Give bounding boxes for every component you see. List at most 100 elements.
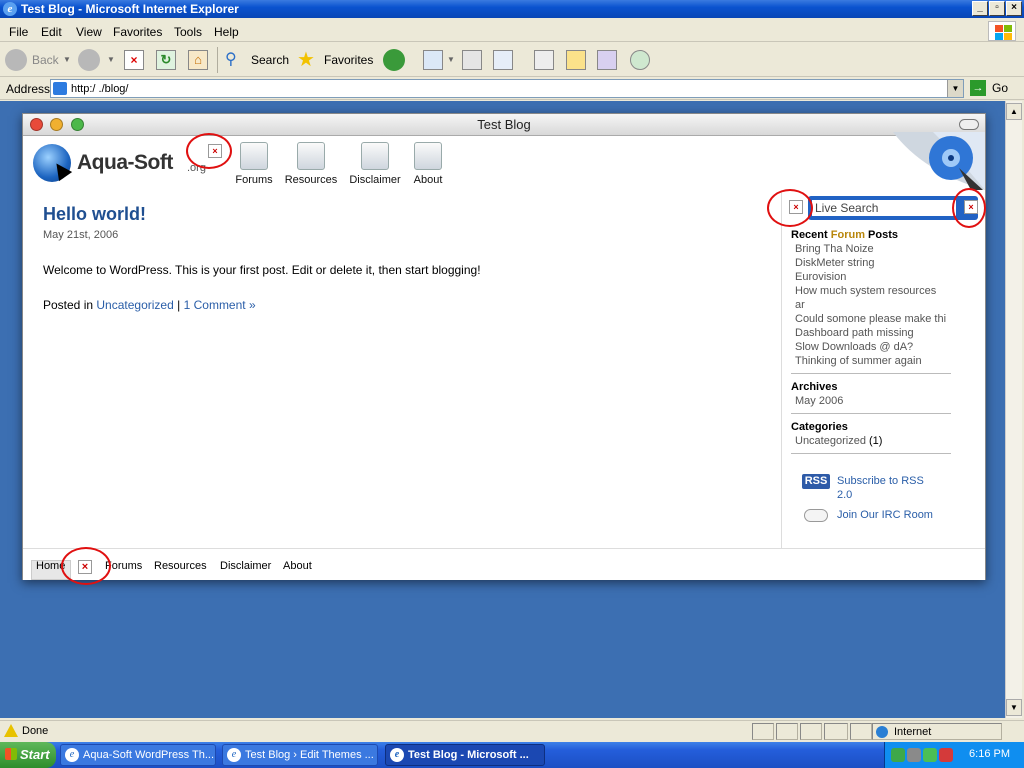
taskbar-item-active[interactable]: e Test Blog - Microsoft ... <box>385 744 545 766</box>
tray-app-icon[interactable] <box>923 748 937 762</box>
menu-file[interactable]: File <box>9 25 28 39</box>
post-title[interactable]: Hello world! <box>43 204 146 225</box>
menu-edit[interactable]: Edit <box>41 25 62 39</box>
start-button[interactable]: Start <box>0 742 56 768</box>
recent-post-item[interactable]: ar <box>795 299 805 311</box>
nav-forums[interactable]: Forums <box>235 142 273 188</box>
home-icon[interactable]: ⌂ <box>188 50 208 70</box>
mail-icon[interactable] <box>423 50 443 70</box>
status-segment <box>752 723 774 740</box>
globe-icon <box>876 726 888 738</box>
favorites-star-icon[interactable]: ★ <box>297 48 315 72</box>
recent-post-item[interactable]: Dashboard path missing <box>795 327 914 339</box>
refresh-icon[interactable]: ↻ <box>156 50 176 70</box>
category-item-link[interactable]: Uncategorized <box>795 435 866 447</box>
footer-about-link[interactable]: About <box>283 560 312 572</box>
posts-word: Posts <box>868 229 899 241</box>
notes-icon[interactable] <box>566 50 586 70</box>
minimize-light-icon[interactable] <box>50 118 63 131</box>
scroll-up-icon[interactable]: ▲ <box>1006 103 1022 120</box>
archive-item[interactable]: May 2006 <box>795 395 843 407</box>
irc-link[interactable]: Join Our IRC Room <box>837 509 933 521</box>
page-curl-icon <box>893 132 985 190</box>
recent-post-item[interactable]: How much system resources <box>795 285 936 297</box>
toolbar-pill-icon[interactable] <box>959 119 979 130</box>
address-input[interactable]: http:/ ./blog/ ▼ <box>50 79 964 98</box>
recent-post-item[interactable]: Could somone please make thi <box>795 313 946 325</box>
recent-post-item[interactable]: Slow Downloads @ dA? <box>795 341 913 353</box>
about-icon <box>414 142 442 170</box>
volume-icon[interactable] <box>907 748 921 762</box>
system-tray: 6:16 PM <box>884 742 1024 768</box>
back-button[interactable]: Back <box>32 48 59 72</box>
menu-view[interactable]: View <box>76 25 102 39</box>
ie-icon: e <box>390 748 404 762</box>
recent-word: Recent <box>791 229 828 241</box>
rss-link[interactable]: Subscribe to RSS <box>837 475 924 487</box>
menu-help[interactable]: Help <box>214 25 239 39</box>
history-icon[interactable] <box>383 49 405 71</box>
forums-icon <box>240 142 268 170</box>
close-light-icon[interactable] <box>30 118 43 131</box>
sidebar-divider <box>791 453 951 454</box>
minimize-button[interactable]: _ <box>972 1 988 16</box>
nav-about[interactable]: About <box>411 142 445 188</box>
print-icon[interactable] <box>462 50 482 70</box>
disclaimer-icon <box>361 142 389 170</box>
address-url[interactable]: http:/ ./blog/ <box>71 83 128 95</box>
security-shield-icon[interactable] <box>939 748 953 762</box>
comments-link[interactable]: 1 Comment » <box>184 298 256 312</box>
nav-disclaimer[interactable]: Disclaimer <box>349 142 401 188</box>
stop-icon[interactable]: × <box>124 50 144 70</box>
status-segment <box>850 723 872 740</box>
edit-page-icon[interactable] <box>493 50 513 70</box>
zoom-light-icon[interactable] <box>71 118 84 131</box>
mail-dropdown-icon[interactable]: ▼ <box>447 48 455 72</box>
search-button[interactable]: Search <box>251 48 289 72</box>
scroll-down-icon[interactable]: ▼ <box>1006 699 1022 716</box>
discuss-icon[interactable] <box>534 50 554 70</box>
nav-disclaimer-label: Disclaimer <box>349 174 401 186</box>
status-text: Done <box>22 725 49 737</box>
favorites-button[interactable]: Favorites <box>324 48 373 72</box>
recent-post-item[interactable]: Bring Tha Noize <box>795 243 874 255</box>
taskbar: Start e Aqua-Soft WordPress Th... e Test… <box>0 742 1024 768</box>
search-input[interactable]: Live Search <box>812 200 956 216</box>
sidebar-divider <box>791 413 951 414</box>
start-label: Start <box>20 747 50 762</box>
nav-resources[interactable]: Resources <box>283 142 339 188</box>
taskbar-item[interactable]: e Test Blog › Edit Themes ... <box>222 744 378 766</box>
forward-dropdown-icon[interactable]: ▼ <box>107 48 115 72</box>
recent-post-item[interactable]: DiskMeter string <box>795 257 874 269</box>
taskbar-item-label: Test Blog - Microsoft ... <box>408 749 529 761</box>
network-icon[interactable] <box>891 748 905 762</box>
vertical-scrollbar[interactable]: ▲ ▼ <box>1005 101 1022 718</box>
back-dropdown-icon[interactable]: ▼ <box>63 48 71 72</box>
annotation-circle <box>952 188 986 228</box>
messenger-icon[interactable] <box>630 50 650 70</box>
footer-disclaimer-link[interactable]: Disclaimer <box>220 560 271 572</box>
rss-icon[interactable]: RSS <box>802 474 830 489</box>
close-button[interactable]: × <box>1006 1 1022 16</box>
site-logo[interactable]: Aqua-Soft .org <box>33 142 206 186</box>
taskbar-item[interactable]: e Aqua-Soft WordPress Th... <box>60 744 216 766</box>
rss-link-version[interactable]: 2.0 <box>837 489 852 501</box>
restore-button[interactable]: ▫ <box>989 1 1005 16</box>
menu-tools[interactable]: Tools <box>174 25 202 39</box>
menu-favorites[interactable]: Favorites <box>113 25 162 39</box>
popup-blocked-icon[interactable] <box>824 723 848 740</box>
footer-resources-link[interactable]: Resources <box>154 560 207 572</box>
back-arrow-icon[interactable] <box>5 49 27 71</box>
zone-segment: Internet <box>872 723 1002 740</box>
recent-post-item[interactable]: Eurovision <box>795 271 846 283</box>
address-dropdown-icon[interactable]: ▼ <box>947 80 963 97</box>
toolbar: Back ▼ ▼ × ↻ ⌂ ⚲ Search ★ Favorites ▼ <box>0 43 1024 77</box>
go-button[interactable]: → Go <box>968 79 1016 98</box>
category-link[interactable]: Uncategorized <box>96 298 173 312</box>
forward-icon[interactable] <box>78 49 100 71</box>
annotation-circle <box>767 189 813 227</box>
title-bar: e Test Blog - Microsoft Internet Explore… <box>0 0 1024 18</box>
search-icon[interactable]: ⚲ <box>225 48 237 72</box>
research-icon[interactable] <box>597 50 617 70</box>
recent-post-item[interactable]: Thinking of summer again <box>795 355 922 367</box>
